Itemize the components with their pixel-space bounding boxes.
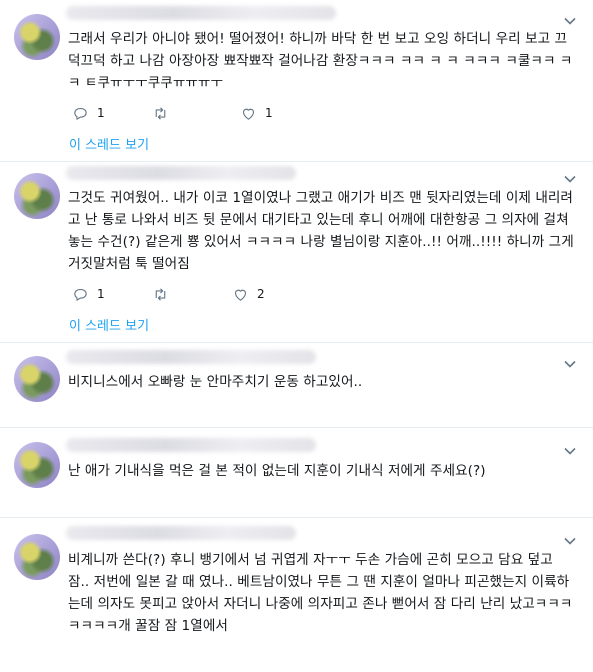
like-button[interactable]: 2 xyxy=(232,286,312,303)
show-thread-link[interactable]: 이 스레드 보기 xyxy=(69,134,149,153)
tweet-text: 그것도 귀여웠어.. 내가 이코 1열이였나 그랬고 애기가 비즈 맨 뒷자리였… xyxy=(68,190,574,272)
heart-icon xyxy=(242,108,255,120)
tweet[interactable]: 그것도 귀여웠어.. 내가 이코 1열이였나 그랬고 애기가 비즈 맨 뒷자리였… xyxy=(0,162,593,343)
author-name-redacted xyxy=(66,6,336,20)
author-name-redacted xyxy=(66,166,296,180)
retweet-icon xyxy=(155,287,166,301)
retweet-button[interactable] xyxy=(152,105,240,122)
heart-icon xyxy=(234,289,247,301)
tweet[interactable]: 비계니까 쓴다(?) 후니 뱅기에서 넘 귀엽게 자ㅜㅜ 두손 가슴에 곤히 모… xyxy=(0,518,593,672)
chevron-down-icon[interactable] xyxy=(563,444,577,458)
tweet-text: 비지니스에서 오빠랑 눈 안마주치기 운동 하고있어.. xyxy=(68,374,363,390)
author-name-redacted xyxy=(66,526,296,540)
tweet-actions: 1 1 xyxy=(72,104,320,122)
reply-count: 1 xyxy=(97,287,105,301)
tweet-text: 비계니까 쓴다(?) 후니 뱅기에서 넘 귀엽게 자ㅜㅜ 두손 가슴에 곤히 모… xyxy=(68,552,573,634)
tweet-text: 난 애가 기내식을 먹은 걸 본 적이 없는데 지훈이 기내식 저에게 주세요(… xyxy=(68,463,486,479)
avatar[interactable] xyxy=(14,356,60,402)
reply-button[interactable]: 1 xyxy=(72,105,152,122)
chevron-down-icon[interactable] xyxy=(563,357,577,371)
reply-count: 1 xyxy=(97,106,105,120)
chevron-down-icon[interactable] xyxy=(563,14,577,28)
retweet-icon xyxy=(155,106,166,120)
show-thread-link[interactable]: 이 스레드 보기 xyxy=(69,315,149,334)
tweet-text: 그래서 우리가 아니야 됐어! 떨어졌어! 하니까 바닥 한 번 보고 오잉 하… xyxy=(68,31,573,91)
avatar[interactable] xyxy=(14,442,60,488)
author-name-redacted xyxy=(66,438,316,452)
author-name-redacted xyxy=(66,350,316,364)
avatar[interactable] xyxy=(14,14,60,60)
like-button[interactable]: 1 xyxy=(240,105,320,122)
reply-button[interactable]: 1 xyxy=(72,286,152,303)
chevron-down-icon[interactable] xyxy=(563,172,577,186)
avatar[interactable] xyxy=(14,173,60,219)
tweet[interactable]: 그래서 우리가 아니야 됐어! 떨어졌어! 하니까 바닥 한 번 보고 오잉 하… xyxy=(0,0,593,162)
reply-icon xyxy=(74,288,87,301)
chevron-down-icon[interactable] xyxy=(563,534,577,548)
retweet-button[interactable] xyxy=(152,286,232,303)
tweet[interactable]: 비지니스에서 오빠랑 눈 안마주치기 운동 하고있어.. xyxy=(0,343,593,428)
like-count: 2 xyxy=(257,287,265,301)
like-count: 1 xyxy=(265,106,273,120)
tweet-actions: 1 2 xyxy=(72,285,312,303)
reply-icon xyxy=(74,107,87,120)
tweet[interactable]: 난 애가 기내식을 먹은 걸 본 적이 없는데 지훈이 기내식 저에게 주세요(… xyxy=(0,428,593,518)
avatar[interactable] xyxy=(14,534,60,580)
